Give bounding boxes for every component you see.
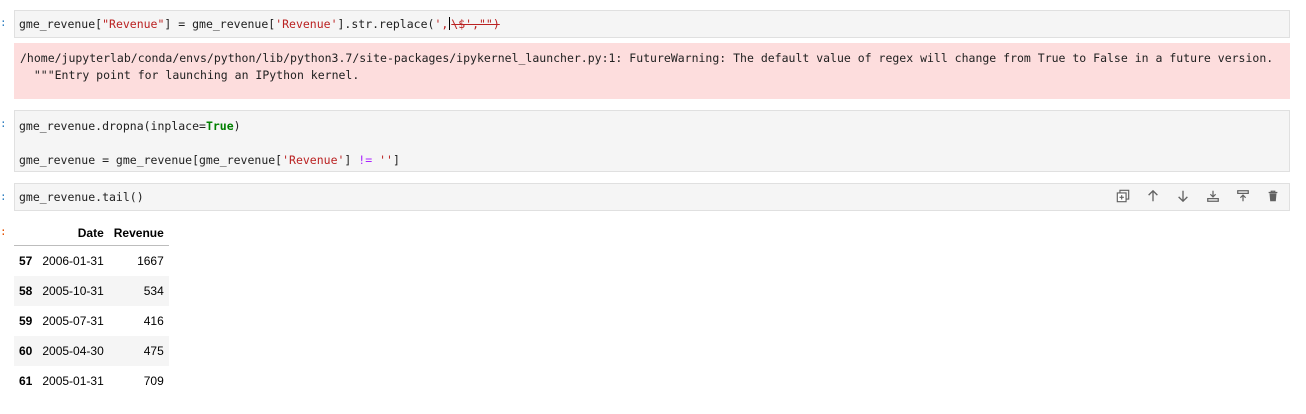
table-row: 58 2005-10-31 534 bbox=[14, 276, 169, 306]
index-header bbox=[14, 221, 38, 246]
table-row: 57 2006-01-31 1667 bbox=[14, 245, 169, 276]
row-index: 60 bbox=[19, 344, 33, 358]
move-down-icon[interactable] bbox=[1174, 187, 1192, 205]
date-column-header: Date bbox=[37, 221, 109, 246]
code-line: gme_revenue["Revenue"] = gme_revenue['Re… bbox=[19, 16, 1285, 33]
date-cell: 2005-07-31 bbox=[42, 314, 104, 328]
table-row: 60 2005-04-30 475 bbox=[14, 336, 169, 366]
code-text: ] = gme_revenue[ bbox=[164, 17, 276, 31]
code-text: gme_revenue = gme_revenue[gme_revenue[ bbox=[19, 153, 283, 167]
string-literal: "Revenue" bbox=[102, 17, 165, 31]
code-cell-1[interactable]: gme_revenue["Revenue"] = gme_revenue['Re… bbox=[14, 10, 1290, 38]
table-row: 61 2005-01-31 709 bbox=[14, 366, 169, 396]
move-up-icon[interactable] bbox=[1144, 187, 1162, 205]
code-line: gme_revenue.tail() bbox=[19, 190, 144, 204]
code-text: ) bbox=[233, 119, 241, 133]
insert-above-icon[interactable] bbox=[1234, 187, 1252, 205]
code-text: gme_revenue[ bbox=[19, 17, 103, 31]
revenue-cell: 416 bbox=[143, 314, 164, 328]
string-literal: \$',"") bbox=[451, 17, 500, 31]
revenue-column-header: Revenue bbox=[108, 221, 169, 246]
revenue-cell: 709 bbox=[143, 374, 164, 388]
string-literal: '' bbox=[379, 153, 393, 167]
revenue-cell: 475 bbox=[143, 344, 164, 358]
code-text: ] bbox=[392, 153, 400, 167]
keyword: True bbox=[205, 119, 234, 133]
operator: != bbox=[358, 153, 373, 167]
cell-prompt: : bbox=[0, 16, 7, 29]
code-text: gme_revenue.dropna(inplace= bbox=[19, 119, 206, 133]
string-literal: ', bbox=[434, 17, 449, 31]
date-cell: 2005-04-30 bbox=[42, 344, 104, 358]
stderr-output: /home/jupyterlab/conda/envs/python/lib/p… bbox=[14, 43, 1290, 99]
insert-below-icon[interactable] bbox=[1204, 187, 1222, 205]
date-cell: 2005-10-31 bbox=[42, 284, 104, 298]
code-line: gme_revenue.dropna(inplace=True) bbox=[19, 118, 1285, 135]
cell-prompt: : bbox=[0, 117, 7, 130]
code-text: ] bbox=[344, 153, 359, 167]
table-row: 59 2005-07-31 416 bbox=[14, 306, 169, 336]
string-literal: 'Revenue' bbox=[282, 153, 345, 167]
duplicate-icon[interactable] bbox=[1114, 187, 1132, 205]
date-cell: 2005-01-31 bbox=[42, 374, 104, 388]
revenue-cell: 534 bbox=[143, 284, 164, 298]
delete-icon[interactable] bbox=[1264, 187, 1282, 205]
row-index: 59 bbox=[19, 314, 33, 328]
row-index: 61 bbox=[19, 374, 33, 388]
output-prompt: : bbox=[0, 225, 7, 238]
string-literal: 'Revenue' bbox=[275, 17, 338, 31]
revenue-cell: 1667 bbox=[137, 254, 164, 268]
cell-prompt: : bbox=[0, 190, 7, 203]
row-index: 58 bbox=[19, 284, 33, 298]
date-cell: 2006-01-31 bbox=[42, 254, 104, 268]
code-line: gme_revenue = gme_revenue[gme_revenue['R… bbox=[19, 152, 1285, 169]
code-cell-3[interactable]: gme_revenue.tail() bbox=[14, 183, 1290, 211]
row-index: 57 bbox=[19, 254, 33, 268]
cell-toolbar bbox=[1114, 187, 1282, 205]
table-header-row: Date Revenue bbox=[14, 221, 169, 246]
code-cell-2[interactable]: gme_revenue.dropna(inplace=True) gme_rev… bbox=[14, 110, 1290, 172]
dataframe-table: Date Revenue 57 2006-01-31 1667 58 2005-… bbox=[14, 221, 169, 396]
code-text: ].str.replace( bbox=[337, 17, 435, 31]
